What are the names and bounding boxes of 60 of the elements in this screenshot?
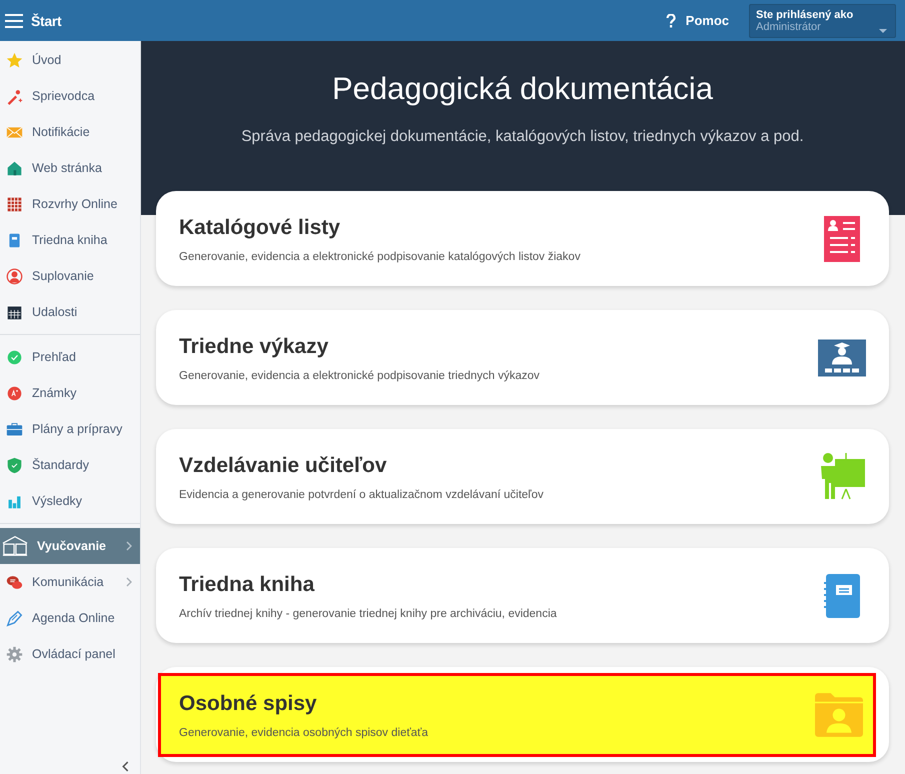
- card-description: Generovanie, evidencia a elektronické podpisovanie katalógových listov žiakov: [179, 250, 582, 262]
- menu-icon[interactable]: [5, 14, 23, 28]
- person-icon: [6, 268, 23, 284]
- card-title: Vzdelávanie učiteľov: [179, 452, 388, 478]
- house-icon: [6, 160, 23, 176]
- grid-icon: [6, 196, 23, 212]
- card-title: Triedne výkazy: [179, 334, 330, 360]
- magic-wand-icon: [6, 88, 23, 104]
- module-card[interactable]: Osobné spisy Generovanie, evidencia osobných spisov dieťaťa: [156, 667, 889, 762]
- pen-icon: [6, 610, 23, 626]
- sidebar-item[interactable]: Triedna kniha: [0, 222, 140, 258]
- sidebar-item[interactable]: Agenda Online: [0, 600, 140, 636]
- hero-title: Pedagogická dokumentácia: [331, 70, 714, 108]
- check-circle-icon: [6, 348, 23, 366]
- card-description: Evidencia a generovanie potvrdení o aktualizačnom vzdelávaní učiteľov: [179, 488, 545, 500]
- card-description: Archív triednej knihy - generovanie triednej knihy pre archiváciu, evidencia: [179, 608, 558, 620]
- sidebar-item[interactable]: Prehľad: [0, 339, 140, 375]
- chevron-right-icon: [126, 541, 132, 551]
- sidebar-item[interactable]: Úvod: [0, 42, 140, 78]
- settings-icon: [6, 646, 23, 662]
- sidebar-item[interactable]: Suplovanie: [0, 258, 140, 294]
- module-card[interactable]: Triedne výkazy Generovanie, evidencia a elektronické podpisovanie triednych výkazov: [156, 310, 889, 405]
- hero-subtitle: Správa pedagogickej dokumentácie, katalógových listov, triednych výkazov a pod.: [240, 127, 805, 147]
- sidebar-item[interactable]: Vyučovanie: [0, 528, 140, 564]
- sidebar-item[interactable]: Udalosti: [0, 294, 140, 330]
- star-icon: [6, 52, 23, 68]
- sidebar-item[interactable]: Ovládací panel: [0, 636, 140, 672]
- grade-circle-icon: [6, 384, 23, 402]
- calendar-icon: [6, 304, 23, 320]
- card-description: Generovanie, evidencia a elektronické podpisovanie triednych výkazov: [179, 370, 541, 382]
- sidebar-item[interactable]: Známky: [0, 375, 140, 411]
- briefcase-icon: [6, 420, 23, 438]
- card-title: Katalógové listy: [179, 214, 342, 240]
- sidebar-item[interactable]: Výsledky: [0, 483, 140, 519]
- user-dropdown[interactable]: Ste prihlásený ako Administrátor: [749, 4, 896, 38]
- document-list-icon: [824, 216, 860, 262]
- sidebar-item[interactable]: Sprievodca: [0, 78, 140, 114]
- sidebar-item[interactable]: Rozvrhy Online: [0, 186, 140, 222]
- page-title: Štart: [31, 12, 62, 28]
- module-card[interactable]: Triedna kniha Archív triednej knihy - generovanie triednej knihy pre archiváciu, evidencia: [156, 548, 889, 643]
- collapse-icon[interactable]: [122, 761, 129, 772]
- notebook-icon: [824, 572, 860, 618]
- sidebar-item[interactable]: Notifikácie: [0, 114, 140, 150]
- shield-check-icon: [6, 456, 23, 474]
- help-button[interactable]: Pomoc: [666, 13, 729, 28]
- chevron-right-icon: [126, 577, 132, 587]
- module-card[interactable]: Vzdelávanie učiteľov Evidencia a generovanie potvrdení o aktualizačnom vzdelávaní učiteľov: [156, 429, 889, 524]
- card-description: Generovanie, evidencia osobných spisov dieťaťa: [179, 727, 430, 739]
- caret-icon: [879, 28, 887, 32]
- sidebar-item[interactable]: Štandardy: [0, 447, 140, 483]
- card-title: Osobné spisy: [179, 691, 318, 717]
- module-card[interactable]: Katalógové listy Generovanie, evidencia a elektronické podpisovanie katalógových listov žiakov: [156, 191, 889, 286]
- sidebar-item[interactable]: Plány a prípravy: [0, 411, 140, 447]
- card-title: Triedna kniha: [179, 572, 316, 598]
- sidebar-item[interactable]: Web stránka: [0, 150, 140, 186]
- sidebar-item[interactable]: Komunikácia: [0, 564, 140, 600]
- chat-bubbles-icon: [6, 574, 23, 590]
- help-icon: [666, 14, 676, 28]
- teacher-board-icon: [818, 452, 866, 500]
- person-folder-icon: [815, 691, 863, 739]
